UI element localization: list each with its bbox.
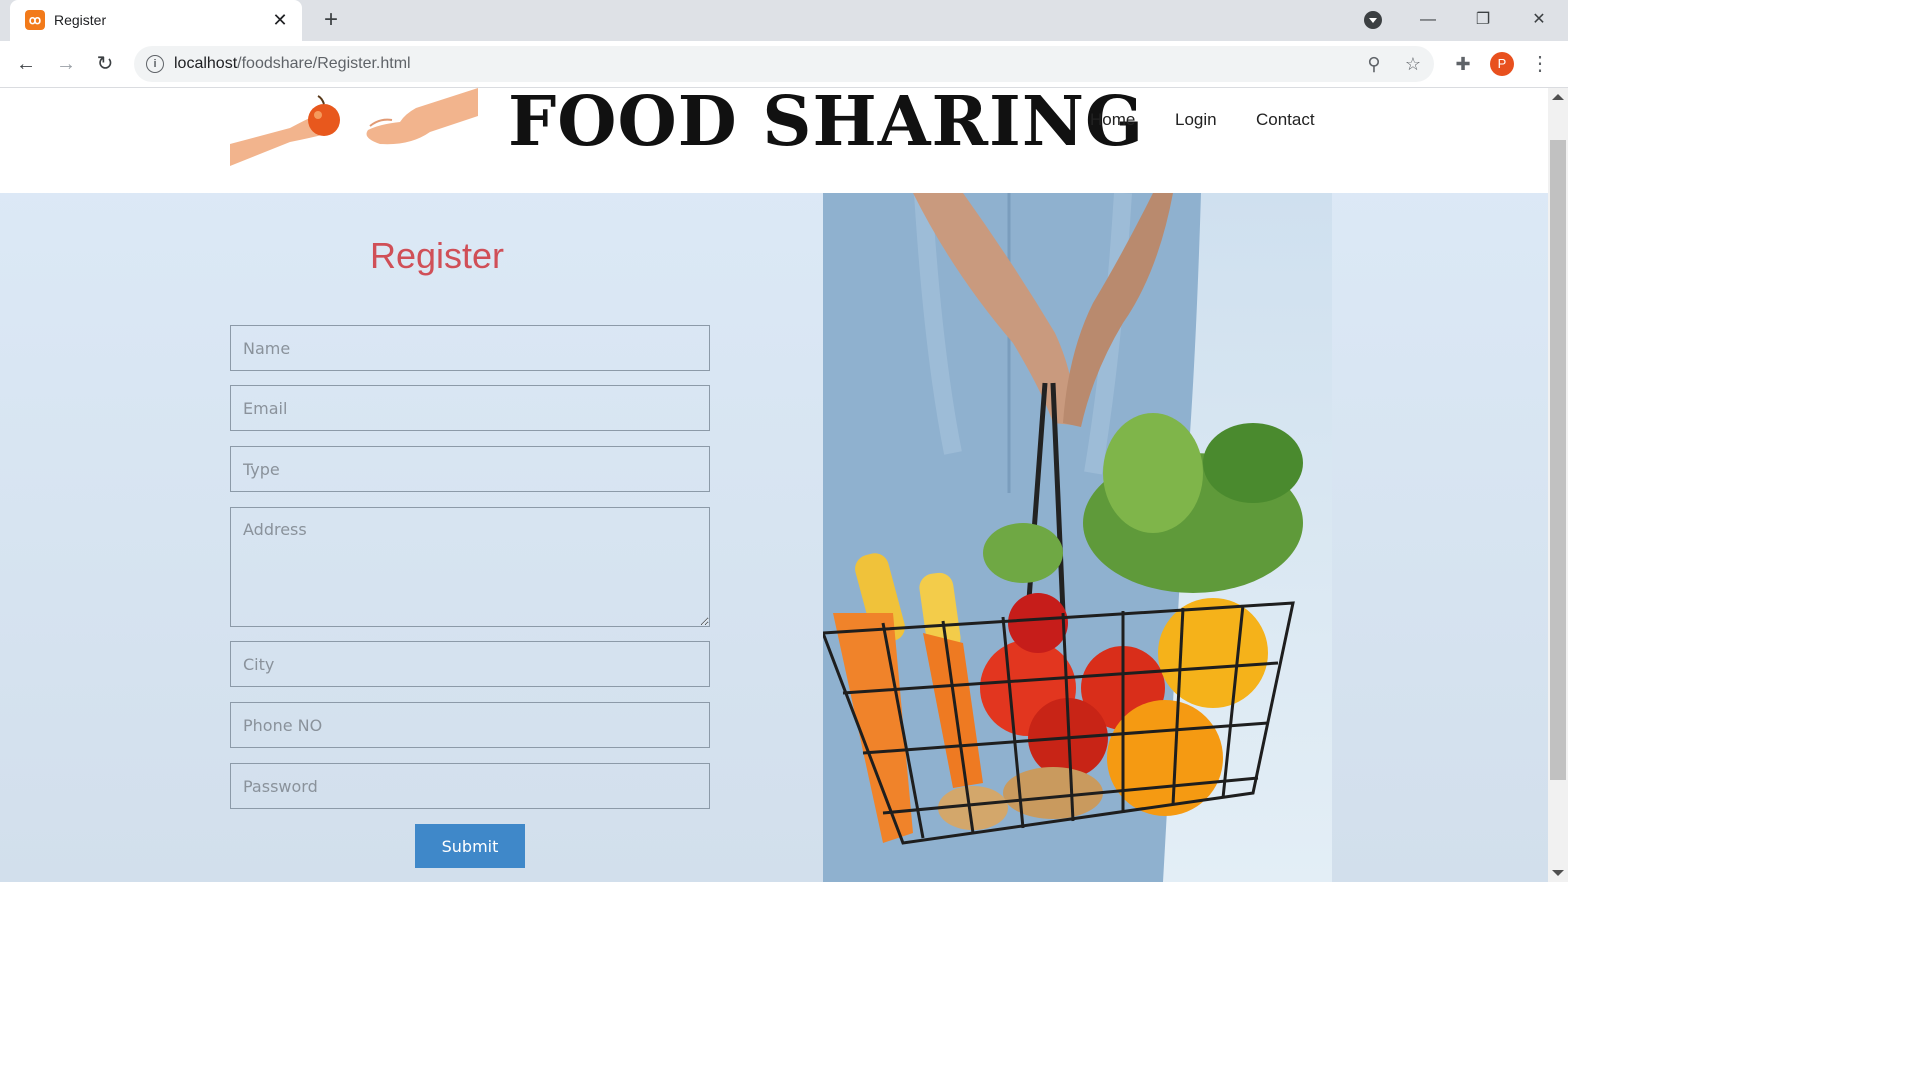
browser-tab[interactable]: ꝏ Register ✕: [10, 0, 302, 41]
vertical-scrollbar[interactable]: [1548, 88, 1568, 882]
tab-search-icon[interactable]: [1364, 11, 1382, 29]
scroll-up-icon[interactable]: [1552, 94, 1564, 100]
menu-icon[interactable]: ⋮: [1528, 51, 1552, 77]
page-body: FOOD SHARING Home Login Contact Register…: [0, 88, 1548, 882]
hero-image: [823, 193, 1332, 882]
scroll-down-icon[interactable]: [1552, 870, 1564, 876]
tab-title: Register: [54, 12, 107, 28]
nav-login[interactable]: Login: [1175, 110, 1217, 130]
scroll-thumb[interactable]: [1550, 140, 1566, 780]
minimize-icon[interactable]: ―: [1405, 4, 1451, 36]
zoom-icon[interactable]: ⚲: [1362, 52, 1386, 76]
phone-input[interactable]: [230, 702, 710, 748]
url-text: localhost/foodshare/Register.html: [174, 55, 411, 72]
forward-icon[interactable]: →: [52, 50, 80, 78]
password-input[interactable]: [230, 763, 710, 809]
close-tab-icon[interactable]: ✕: [268, 8, 292, 32]
reload-icon[interactable]: ↻: [91, 50, 119, 78]
food-sharing-logo-icon: [230, 88, 478, 166]
nav-contact[interactable]: Contact: [1256, 110, 1315, 130]
nav-home[interactable]: Home: [1090, 110, 1135, 130]
site-title: FOOD SHARING: [508, 88, 1145, 162]
vegetable-basket-illustration: [823, 193, 1303, 882]
site-header: FOOD SHARING Home Login Contact: [0, 88, 1548, 193]
type-input[interactable]: [230, 446, 710, 492]
address-textarea[interactable]: [230, 507, 710, 627]
info-icon[interactable]: i: [146, 55, 164, 73]
extensions-icon[interactable]: ✚: [1452, 53, 1474, 75]
name-input[interactable]: [230, 325, 710, 371]
restore-icon[interactable]: ❐: [1460, 4, 1506, 36]
back-icon[interactable]: ←: [12, 50, 40, 78]
submit-button[interactable]: Submit: [415, 824, 525, 868]
browser-toolbar: ← → ↻ i localhost/foodshare/Register.htm…: [0, 41, 1568, 88]
email-input[interactable]: [230, 385, 710, 431]
star-icon[interactable]: ☆: [1401, 52, 1425, 76]
profile-avatar[interactable]: P: [1490, 52, 1514, 76]
register-heading: Register: [369, 235, 505, 276]
xampp-favicon-icon: ꝏ: [25, 10, 45, 30]
city-input[interactable]: [230, 641, 710, 687]
address-bar[interactable]: i localhost/foodshare/Register.html ⚲ ☆: [134, 46, 1434, 82]
close-window-icon[interactable]: ✕: [1516, 4, 1562, 36]
tab-strip: ꝏ Register ✕ + ― ❐ ✕: [0, 0, 1568, 41]
new-tab-icon[interactable]: +: [318, 8, 344, 34]
